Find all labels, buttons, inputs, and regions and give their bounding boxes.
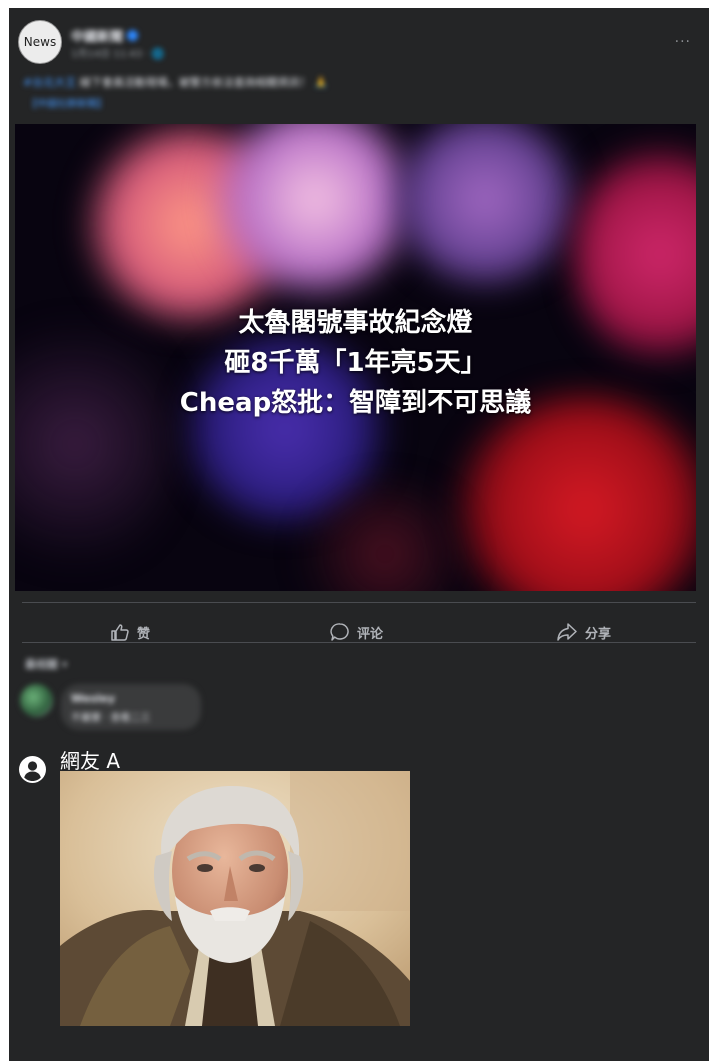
comment-image[interactable] xyxy=(60,771,410,1026)
headline-line-2: 砸8千萬「1年亮5天」 xyxy=(224,348,487,378)
commenter-name[interactable]: Wesley xyxy=(71,692,115,705)
caption-link[interactable]: 【中國社群新聞】 xyxy=(27,95,107,110)
comment-bubble-icon xyxy=(330,623,349,641)
post-image[interactable]: 太魯閣號事故紀念燈 砸8千萬「1年亮5天」 Cheap怒批：智障到不可思議 xyxy=(15,124,696,591)
commenter-avatar[interactable] xyxy=(20,684,53,717)
divider xyxy=(22,642,696,643)
bokeh-light xyxy=(395,124,575,284)
post-caption: #台北大王 線下會員活動現場，被警方依法查詢相關資訊！ 🙏 xyxy=(23,74,583,92)
divider xyxy=(22,602,696,603)
comment-sort-dropdown[interactable]: 最相關 ▾ xyxy=(25,656,67,672)
like-button[interactable]: 赞 xyxy=(110,622,150,642)
post-timestamp[interactable]: 1月14日 11:43 · 🌐 xyxy=(71,45,164,60)
share-arrow-icon xyxy=(557,623,577,641)
page-avatar[interactable]: News xyxy=(18,20,62,64)
post-card: News 中國新聞 1月14日 11:43 · 🌐 ··· #台北大王 線下會員… xyxy=(9,8,709,1061)
headline-line-3: Cheap怒批：智障到不可思議 xyxy=(179,388,532,418)
caption-hashtag[interactable]: #台北大王 xyxy=(23,76,76,89)
comment-button[interactable]: 评论 xyxy=(330,622,383,642)
portrait-illustration xyxy=(60,771,410,1026)
comment-label: 评论 xyxy=(357,626,384,642)
caption-text: 線下會員活動現場，被警方依法查詢相關資訊！ 🙏 xyxy=(76,76,328,89)
page-name-text[interactable]: 中國新聞 xyxy=(71,26,123,45)
more-options-icon[interactable]: ··· xyxy=(675,34,691,50)
verified-badge-icon xyxy=(127,30,139,41)
comment-text: 不屬實 · 查看二三 xyxy=(71,713,151,724)
image-headline: 太魯閣號事故紀念燈 砸8千萬「1年亮5天」 Cheap怒批：智障到不可思議 xyxy=(15,303,696,423)
user-avatar-icon xyxy=(19,756,46,783)
page-name[interactable]: 中國新聞 xyxy=(71,26,139,45)
share-button[interactable]: 分享 xyxy=(556,622,611,642)
share-label: 分享 xyxy=(585,626,612,642)
headline-line-1: 太魯閣號事故紀念燈 xyxy=(238,308,473,338)
thumbs-up-icon xyxy=(111,624,129,641)
like-label: 赞 xyxy=(137,626,151,642)
bokeh-light xyxy=(455,394,696,591)
netizen-name: 網友 A xyxy=(60,749,121,773)
